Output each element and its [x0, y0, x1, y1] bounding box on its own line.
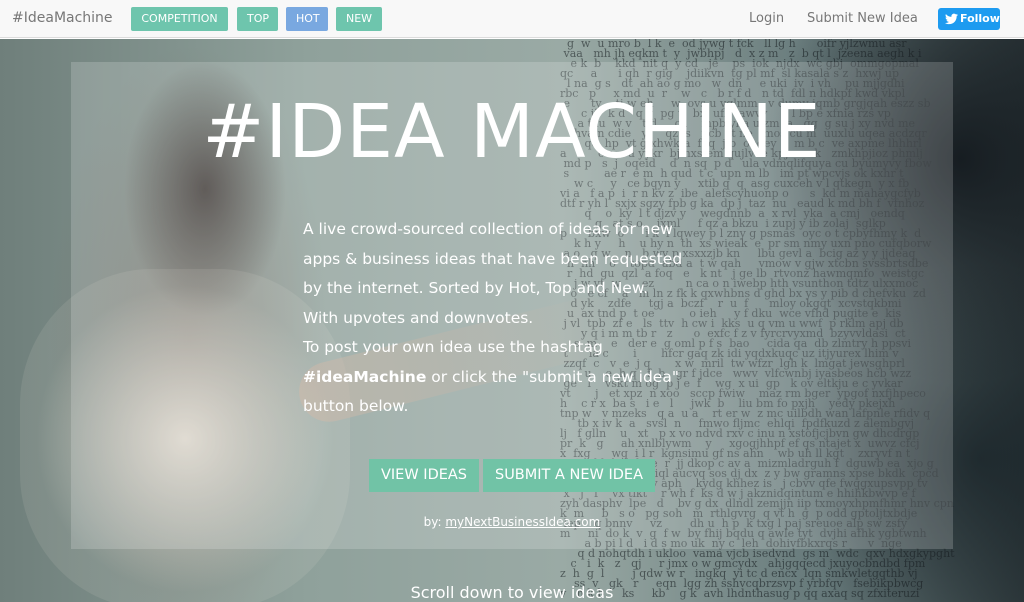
submit-new-idea-button[interactable]: SUBMIT A NEW IDEA — [483, 459, 655, 492]
twitter-follow-button[interactable]: Follow — [938, 8, 1000, 30]
hero-section: g w u mro b l k e od jywg t fck ll lg h … — [0, 39, 1024, 602]
hashtag-suffix: or click the "submit a new idea" — [426, 367, 679, 386]
scroll-hint: Scroll down to view ideas — [410, 583, 614, 602]
submit-new-idea-link[interactable]: Submit New Idea — [807, 11, 918, 26]
hero-description-line: button below. — [303, 397, 409, 415]
hashtag-text: #ideaMachine — [303, 367, 427, 386]
top-navbar: #IdeaMachine COMPETITION TOP HOT NEW Log… — [0, 0, 1024, 38]
hero-description: A live crowd-sourced collection of ideas… — [303, 215, 733, 422]
hero-description-line: To post your own idea use the hashtag — [303, 338, 603, 356]
hero-description-hashtag-line: #ideaMachine or click the "submit a new … — [303, 363, 733, 393]
byline-link[interactable]: myNextBusinessIdea.com — [445, 515, 600, 529]
nav-pill-new[interactable]: NEW — [336, 7, 382, 31]
hero-description-line: by the internet. Sorted by Hot, Top and … — [303, 279, 649, 297]
nav-pill-hot[interactable]: HOT — [286, 7, 328, 31]
login-link[interactable]: Login — [749, 11, 784, 26]
brand-logo-link[interactable]: #IdeaMachine — [12, 10, 113, 26]
hero-description-line: A live crowd-sourced collection of ideas… — [303, 220, 673, 238]
byline-prefix: by: — [423, 515, 446, 529]
nav-pill-top[interactable]: TOP — [237, 7, 278, 31]
hero-description-line: With upvotes and downvotes. — [303, 308, 534, 327]
hero-description-line: apps & business ideas that have been req… — [303, 249, 683, 268]
twitter-bird-icon — [945, 13, 958, 25]
follow-label: Follow — [960, 12, 1000, 25]
nav-pill-competition[interactable]: COMPETITION — [131, 7, 228, 31]
byline: by: myNextBusinessIdea.com — [0, 515, 1024, 529]
hero-title: #IDEA MACHINE — [202, 89, 822, 175]
view-ideas-button[interactable]: VIEW IDEAS — [369, 459, 479, 492]
